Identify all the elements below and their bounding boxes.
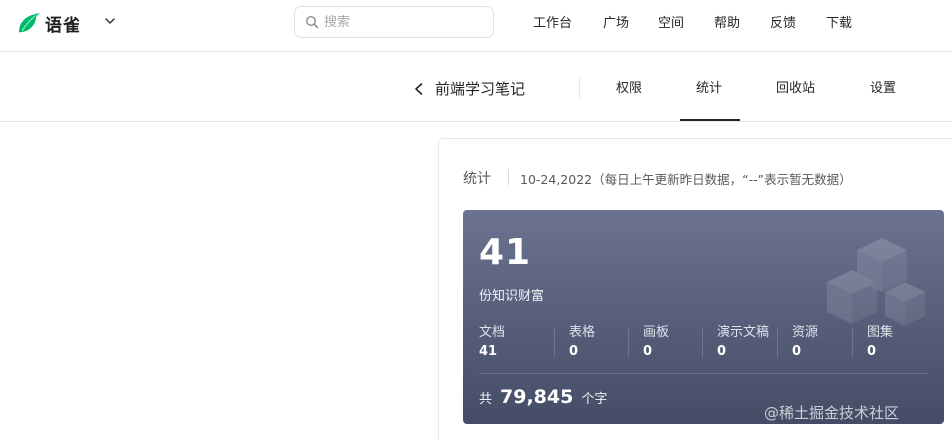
metric-value: 0 <box>792 344 802 359</box>
metric-resources[interactable]: 资源 0 <box>792 321 818 359</box>
total-words: 共 79,845 个字 <box>479 386 607 408</box>
nav-workbench[interactable]: 工作台 <box>533 12 572 31</box>
tab-permissions[interactable]: 权限 <box>616 77 642 96</box>
divider <box>702 328 703 358</box>
app-logo[interactable]: 语雀 <box>16 11 81 36</box>
metric-docs[interactable]: 文档 41 <box>479 321 505 359</box>
metric-value: 0 <box>643 344 653 359</box>
top-header: 语雀 工作台 广场 空间 帮助 反馈 下载 <box>0 0 952 52</box>
metric-value: 0 <box>867 344 877 359</box>
knowledge-summary-panel: 41 份知识财富 文档 41 表格 0 画板 0 演示文稿 0 资源 0 图集 <box>463 210 944 424</box>
search-box[interactable] <box>294 6 494 38</box>
tab-settings[interactable]: 设置 <box>870 77 896 96</box>
total-words-count: 79,845 <box>500 386 574 408</box>
search-input[interactable] <box>324 14 484 30</box>
divider <box>628 328 629 358</box>
metric-value: 41 <box>479 344 498 359</box>
statistics-description: 10-24,2022（每日上午更新昨日数据，“--”表示暂无数据） <box>520 172 852 187</box>
metric-value: 0 <box>569 344 579 359</box>
tab-recycle-bin[interactable]: 回收站 <box>776 77 815 96</box>
book-title: 前端学习笔记 <box>435 80 526 98</box>
metric-label: 表格 <box>569 325 596 340</box>
active-tab-indicator <box>680 119 740 121</box>
total-suffix: 个字 <box>581 392 608 407</box>
knowledge-label: 份知识财富 <box>479 289 545 304</box>
metric-label: 文档 <box>479 325 506 340</box>
nav-feedback[interactable]: 反馈 <box>770 12 796 31</box>
back-to-book[interactable]: 前端学习笔记 <box>412 78 525 99</box>
nav-download[interactable]: 下载 <box>826 12 852 31</box>
watermark: @稀土掘金技术社区 <box>764 404 900 422</box>
metric-albums[interactable]: 图集 0 <box>867 321 893 359</box>
nav-help[interactable]: 帮助 <box>714 12 740 31</box>
search-icon <box>305 15 319 29</box>
divider <box>554 328 555 358</box>
statistics-card: 统计 10-24,2022（每日上午更新昨日数据，“--”表示暂无数据） 41 … <box>438 138 952 440</box>
yuque-logo-icon <box>19 13 40 33</box>
metric-boards[interactable]: 画板 0 <box>643 321 669 359</box>
chevron-down-icon[interactable] <box>103 14 117 28</box>
statistics-title: 统计 <box>463 171 491 187</box>
metric-label: 演示文稿 <box>717 325 770 340</box>
metric-value: 0 <box>717 344 727 359</box>
nav-square[interactable]: 广场 <box>603 12 629 31</box>
knowledge-count: 41 <box>479 232 532 273</box>
metric-presentations[interactable]: 演示文稿 0 <box>717 321 769 359</box>
nav-space[interactable]: 空间 <box>658 12 684 31</box>
divider <box>852 328 853 358</box>
metric-label: 资源 <box>792 325 819 340</box>
divider <box>777 328 778 358</box>
divider <box>508 169 509 185</box>
metric-label: 图集 <box>867 325 894 340</box>
metric-label: 画板 <box>643 325 670 340</box>
divider <box>479 373 928 374</box>
book-header: 前端学习笔记 权限 统计 回收站 设置 <box>0 52 952 122</box>
app-name: 语雀 <box>45 15 81 36</box>
divider <box>579 76 580 98</box>
total-prefix: 共 <box>479 392 493 407</box>
chevron-left-icon <box>415 82 423 95</box>
metric-sheets[interactable]: 表格 0 <box>569 321 595 359</box>
tab-statistics[interactable]: 统计 <box>696 77 722 96</box>
